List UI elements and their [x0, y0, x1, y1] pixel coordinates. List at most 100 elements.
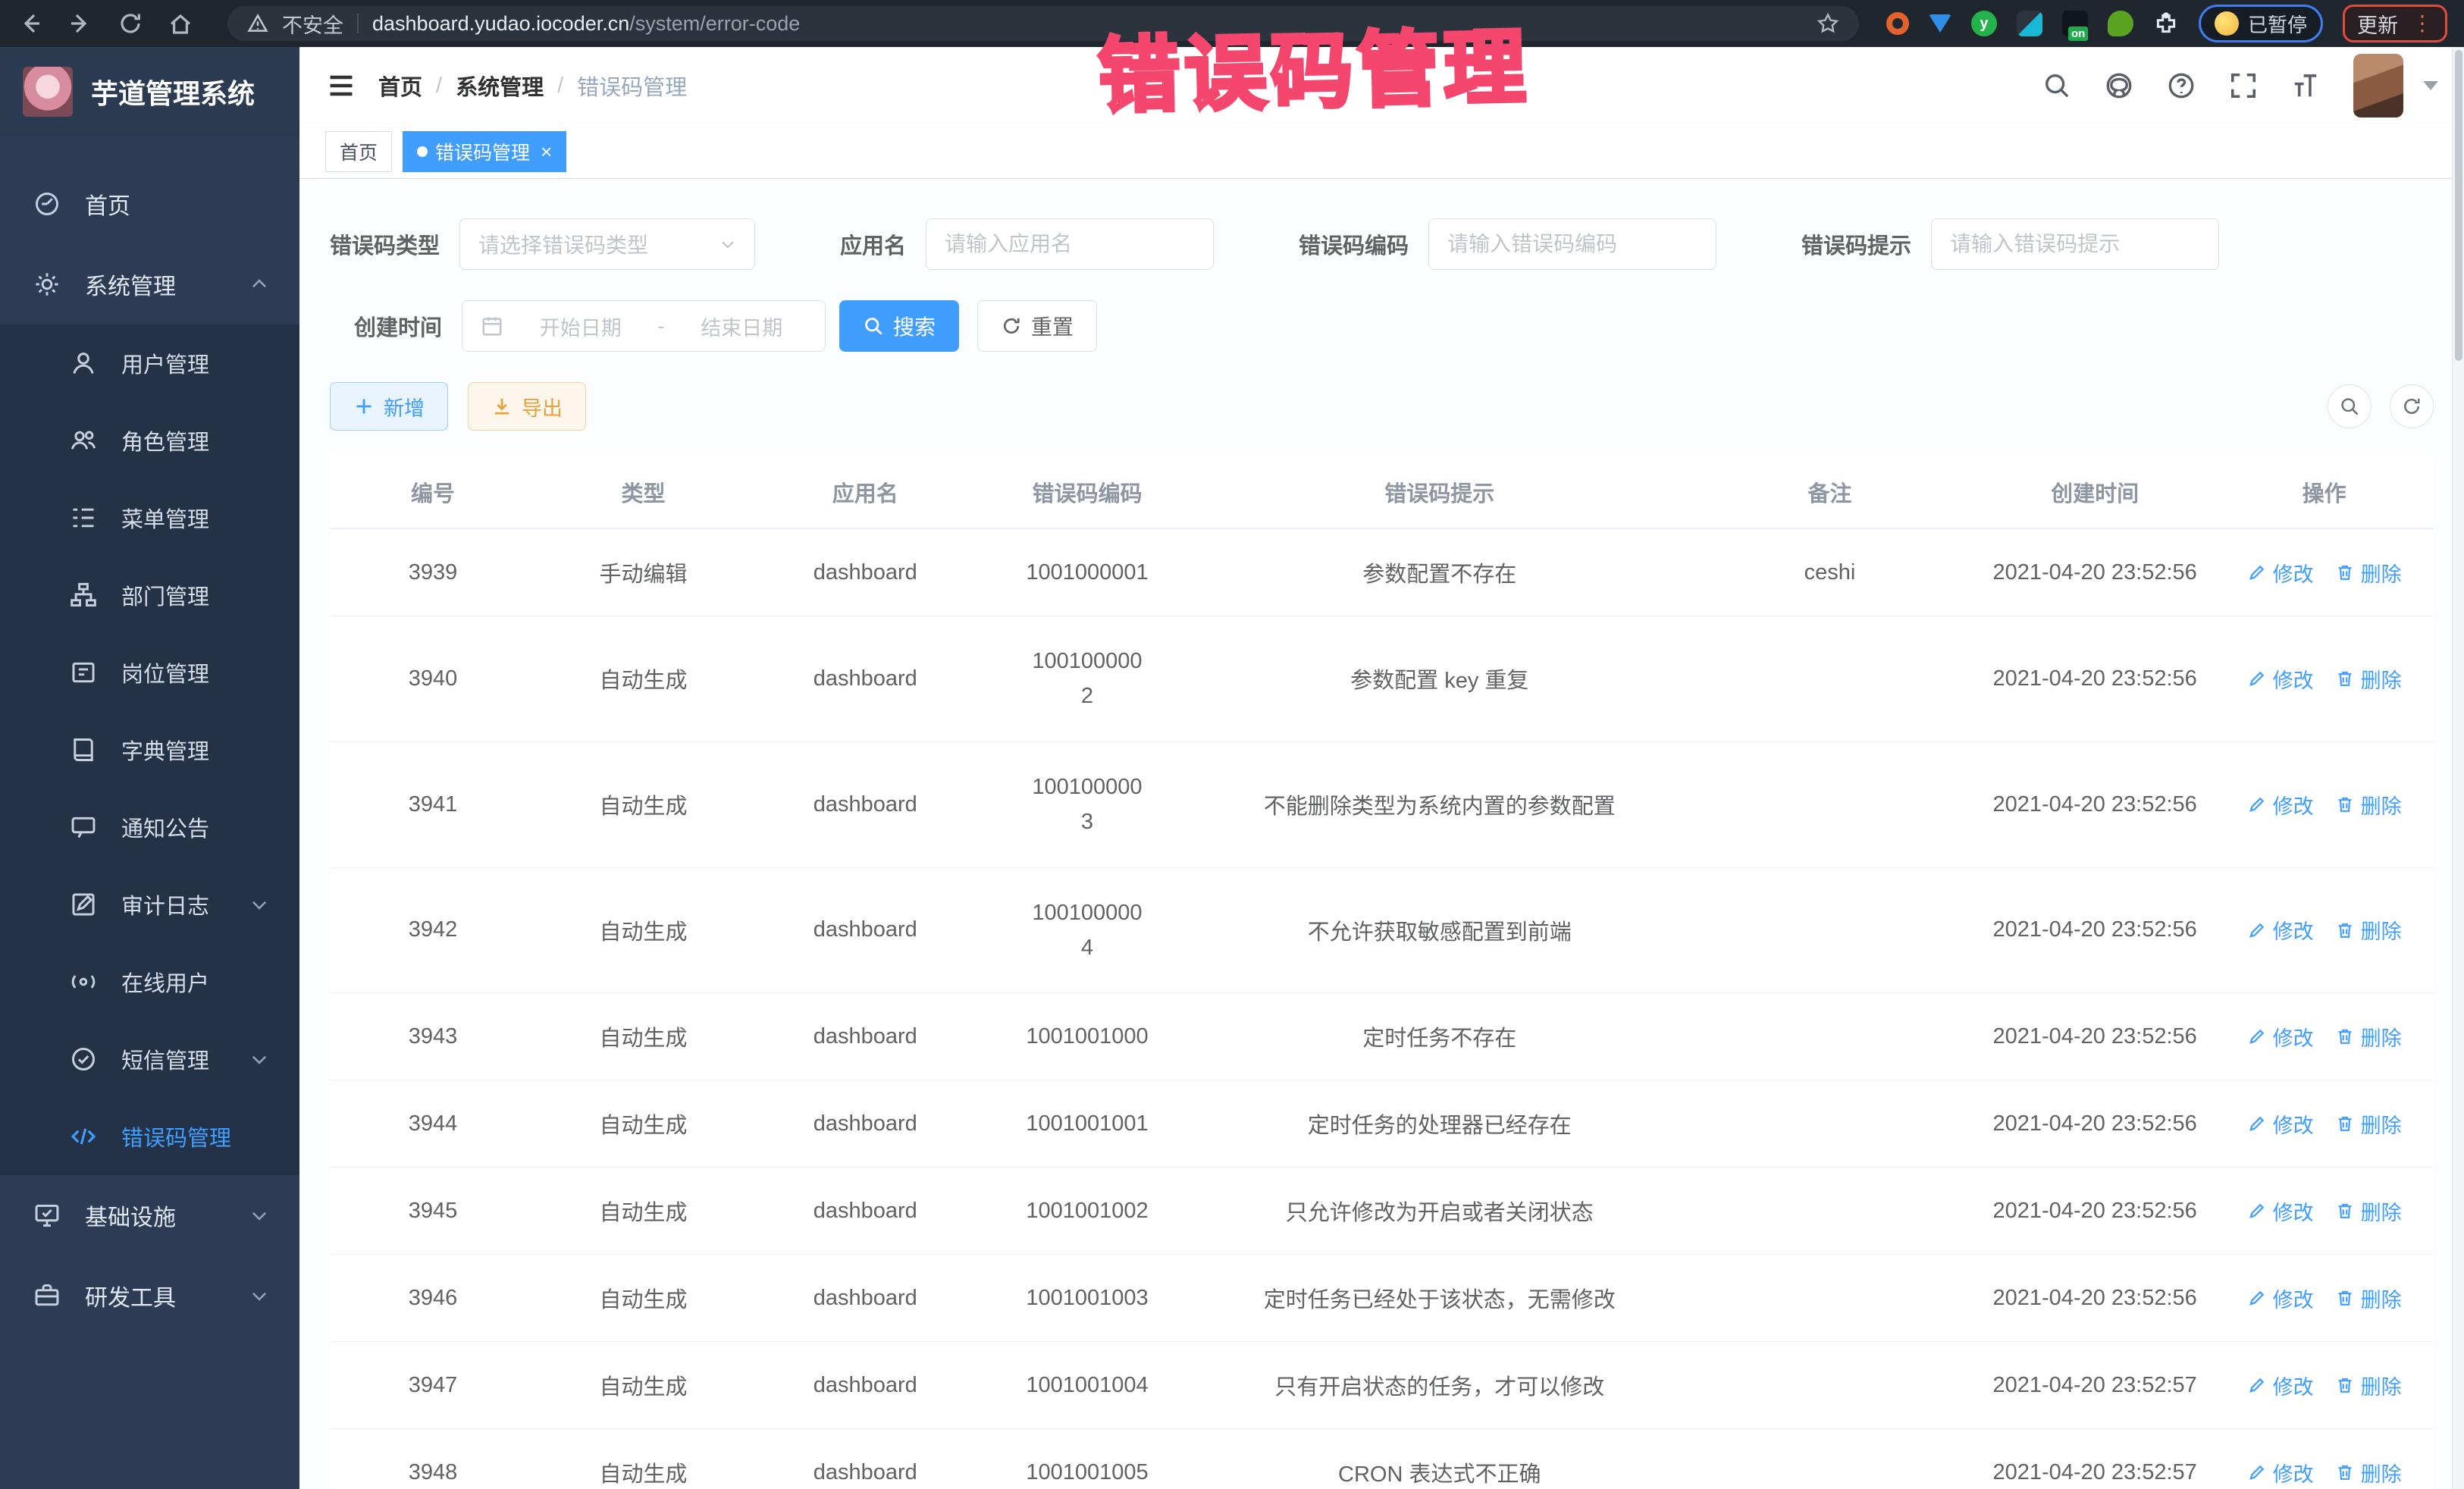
browser-forward-icon[interactable]	[67, 10, 94, 37]
delete-link[interactable]: 删除	[2335, 1196, 2402, 1226]
tag-close-icon[interactable]: ×	[541, 142, 552, 161]
edit-link[interactable]: 修改	[2247, 664, 2314, 694]
sidebar-item-roles[interactable]: 角色管理	[0, 402, 299, 479]
browser-update-button[interactable]: 更新 ⋮	[2343, 5, 2447, 42]
chevron-down-icon	[249, 1049, 269, 1069]
chevron-down-icon	[249, 895, 269, 914]
breadcrumb-home[interactable]: 首页	[378, 70, 422, 102]
post-icon	[70, 659, 97, 686]
cell-ops: 修改 删除	[2215, 528, 2434, 616]
sidebar-item-sms[interactable]: 短信管理	[0, 1020, 299, 1098]
edit-link[interactable]: 修改	[2247, 790, 2314, 820]
delete-link[interactable]: 删除	[2335, 1022, 2402, 1052]
tag-home[interactable]: 首页	[325, 131, 392, 172]
add-button[interactable]: 新增	[330, 382, 448, 431]
top-navbar: 首页 / 系统管理 / 错误码管理	[299, 47, 2464, 124]
app-title: 芋道管理系统	[91, 72, 255, 111]
sidebar-item-infrastructure[interactable]: 基础设施	[0, 1175, 299, 1255]
sidebar-item-system[interactable]: 系统管理	[0, 244, 299, 324]
text-size-icon[interactable]	[2291, 71, 2320, 100]
address-bar[interactable]: 不安全 dashboard.yudao.iocoder.cn/system/er…	[227, 6, 1859, 41]
trash-icon	[2335, 1201, 2355, 1221]
extension-icon-grid[interactable]	[2017, 11, 2042, 36]
edit-link[interactable]: 修改	[2247, 1371, 2314, 1400]
extension-icon-orange[interactable]	[1886, 12, 1909, 35]
avatar-caret-down-icon[interactable]	[2423, 81, 2438, 90]
sidebar-item-dictionary[interactable]: 字典管理	[0, 711, 299, 788]
cell-created: 2021-04-20 23:52:56	[1975, 993, 2215, 1080]
browser-reload-icon[interactable]	[117, 10, 144, 37]
edit-pencil-icon	[2247, 669, 2267, 688]
sidebar-item-posts[interactable]: 岗位管理	[0, 634, 299, 711]
browser-back-icon[interactable]	[17, 10, 44, 37]
delete-link[interactable]: 删除	[2335, 1371, 2402, 1400]
refresh-icon	[2401, 396, 2422, 417]
extension-icon-leaf[interactable]	[2108, 11, 2133, 36]
delete-link[interactable]: 删除	[2335, 790, 2402, 820]
delete-link[interactable]: 删除	[2335, 1109, 2402, 1139]
delete-link[interactable]: 删除	[2335, 664, 2402, 694]
sidebar-item-menus[interactable]: 菜单管理	[0, 479, 299, 556]
cell-tip: 定时任务已经处于该状态，无需修改	[1195, 1255, 1685, 1342]
github-icon[interactable]	[2105, 71, 2133, 100]
delete-link[interactable]: 删除	[2335, 1284, 2402, 1313]
edit-link[interactable]: 修改	[2247, 1022, 2314, 1052]
error-code-input[interactable]	[1447, 232, 1698, 256]
edit-link[interactable]: 修改	[2247, 558, 2314, 588]
edit-link[interactable]: 修改	[2247, 1109, 2314, 1139]
sidebar-item-error-codes[interactable]: 错误码管理	[0, 1098, 299, 1175]
cell-id: 3947	[330, 1342, 536, 1429]
delete-link[interactable]: 删除	[2335, 1458, 2402, 1487]
sidebar-item-notices[interactable]: 通知公告	[0, 788, 299, 866]
create-time-range-picker[interactable]: 开始日期 - 结束日期	[462, 300, 826, 352]
sidebar-item-users[interactable]: 用户管理	[0, 324, 299, 402]
sidebar-item-audit-logs[interactable]: 审计日志	[0, 866, 299, 943]
update-label: 更新	[2357, 9, 2398, 39]
error-type-select[interactable]: 请选择错误码类型	[459, 218, 755, 270]
search-icon[interactable]	[2042, 71, 2071, 100]
help-icon[interactable]	[2167, 71, 2196, 100]
sidebar-item-dev-tools[interactable]: 研发工具	[0, 1255, 299, 1336]
paused-extension-badge[interactable]: 已暂停	[2199, 5, 2323, 42]
breadcrumb-system[interactable]: 系统管理	[456, 70, 544, 102]
extension-icon-gem[interactable]	[1929, 14, 1951, 33]
cell-code: 1001001001	[980, 1080, 1194, 1168]
paused-label: 已暂停	[2248, 10, 2307, 38]
delete-link[interactable]: 删除	[2335, 915, 2402, 945]
cell-created: 2021-04-20 23:52:56	[1975, 528, 2215, 616]
download-icon	[491, 396, 513, 417]
cell-tip: 参数配置不存在	[1195, 528, 1685, 616]
edit-pencil-icon	[2247, 1375, 2267, 1395]
sidebar-toggle-icon[interactable]	[325, 70, 357, 102]
app-name-input[interactable]	[945, 232, 1195, 256]
browser-home-icon[interactable]	[167, 10, 194, 37]
cell-created: 2021-04-20 23:52:56	[1975, 741, 2215, 867]
table-row: 3941 自动生成 dashboard 1001000003 不能删除类型为系统…	[330, 741, 2434, 867]
fullscreen-icon[interactable]	[2229, 71, 2258, 100]
edit-link[interactable]: 修改	[2247, 1284, 2314, 1313]
sidebar-item-departments[interactable]: 部门管理	[0, 556, 299, 634]
extensions-puzzle-icon[interactable]	[2153, 11, 2179, 36]
delete-link[interactable]: 删除	[2335, 558, 2402, 588]
show-search-button[interactable]	[2328, 384, 2372, 428]
export-button[interactable]: 导出	[468, 382, 586, 431]
edit-link[interactable]: 修改	[2247, 915, 2314, 945]
app-logo	[23, 67, 73, 117]
tag-error-codes[interactable]: 错误码管理 ×	[403, 131, 566, 172]
browser-menu-icon[interactable]: ⋮	[2412, 13, 2433, 34]
user-avatar[interactable]	[2353, 54, 2403, 118]
sidebar-item-home[interactable]: 首页	[0, 164, 299, 244]
edit-link[interactable]: 修改	[2247, 1458, 2314, 1487]
search-button[interactable]: 搜索	[839, 300, 959, 352]
error-tip-input[interactable]	[1950, 232, 2200, 256]
extension-icon-on-badge[interactable]	[2062, 11, 2088, 36]
page-scrollbar[interactable]	[2452, 47, 2464, 1489]
bookmark-star-icon[interactable]	[1817, 12, 1839, 35]
scrollbar-thumb[interactable]	[2455, 50, 2462, 361]
refresh-table-button[interactable]	[2390, 384, 2434, 428]
sidebar-item-online-users[interactable]: 在线用户	[0, 943, 299, 1020]
edit-pencil-icon	[2247, 920, 2267, 940]
extension-icon-green-y[interactable]: y	[1971, 11, 1997, 36]
reset-button[interactable]: 重置	[977, 300, 1097, 352]
edit-link[interactable]: 修改	[2247, 1196, 2314, 1226]
